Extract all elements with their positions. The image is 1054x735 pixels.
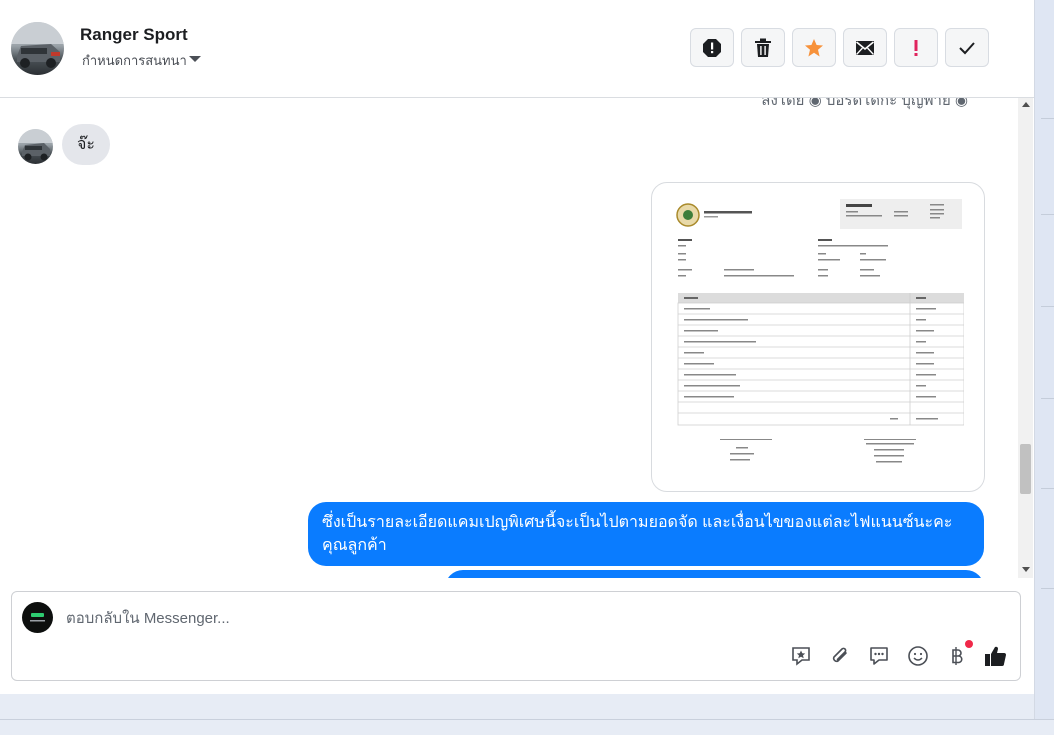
star-icon xyxy=(805,38,823,56)
sender-avatar xyxy=(18,129,53,164)
payment-button[interactable] xyxy=(945,640,973,668)
scrollbar-thumb[interactable] xyxy=(1020,444,1031,494)
contact-avatar[interactable] xyxy=(11,22,64,75)
composer-tools xyxy=(789,640,1008,668)
message-thread[interactable]: ส่งโดย ◉ บอร์ดโดกะ บุญพาย ◉ จ๊ะ ซึ่งเป็น… xyxy=(0,98,1018,578)
like-button[interactable] xyxy=(984,644,1008,668)
spam-button[interactable] xyxy=(690,28,734,67)
exclamation-icon xyxy=(914,39,918,56)
envelope-icon xyxy=(855,40,875,55)
truck-image xyxy=(11,22,64,68)
emoji-icon xyxy=(908,646,928,666)
conversation-panel: Ranger Sport กำหนดการสนทนา ส่งโดย ◉ บอร์… xyxy=(0,0,1034,694)
emoji-button[interactable] xyxy=(906,644,930,668)
divider xyxy=(1041,588,1054,589)
divider xyxy=(1041,488,1054,489)
outgoing-message[interactable]: ซึ่งเป็นรายละเอียดแคมเปญพิเศษนี้จะเป็นไป… xyxy=(308,502,984,566)
contact-name[interactable]: Ranger Sport xyxy=(80,25,188,45)
scroll-up-arrow-icon[interactable] xyxy=(1022,102,1030,107)
saved-reply-icon xyxy=(792,647,810,666)
important-button[interactable] xyxy=(894,28,938,67)
baht-icon xyxy=(952,647,963,665)
page-avatar xyxy=(22,602,53,633)
attachment-icon xyxy=(832,647,847,663)
conversation-header: Ranger Sport กำหนดการสนทนา xyxy=(0,0,1034,98)
chevron-down-icon[interactable] xyxy=(189,56,201,62)
reply-composer xyxy=(11,591,1021,681)
divider xyxy=(1041,214,1054,215)
thread-scrollbar[interactable] xyxy=(1018,98,1033,578)
scroll-down-arrow-icon[interactable] xyxy=(1022,567,1030,572)
page-logo-icon xyxy=(30,613,45,622)
notification-dot xyxy=(965,640,973,648)
check-icon xyxy=(959,41,975,54)
outgoing-message[interactable] xyxy=(445,570,984,578)
reply-input[interactable] xyxy=(64,606,968,630)
divider xyxy=(1041,306,1054,307)
divider xyxy=(1041,118,1054,119)
truck-image xyxy=(18,129,53,161)
quotation-document xyxy=(676,199,964,463)
chat-bubble-icon xyxy=(870,647,888,665)
done-button[interactable] xyxy=(945,28,989,67)
mark-unread-button[interactable] xyxy=(843,28,887,67)
saved-reply-button[interactable] xyxy=(789,644,813,668)
conversation-label-dropdown[interactable]: กำหนดการสนทนา xyxy=(82,50,187,71)
divider xyxy=(1041,398,1054,399)
header-actions xyxy=(690,28,989,67)
chat-button[interactable] xyxy=(867,644,891,668)
quotation-image-attachment[interactable] xyxy=(651,182,985,492)
divider xyxy=(0,719,1054,720)
delete-button[interactable] xyxy=(741,28,785,67)
thumbs-up-icon xyxy=(985,646,1006,666)
sent-by-note: ส่งโดย ◉ บอร์ดโดกะ บุญพาย ◉ xyxy=(761,98,968,109)
alert-octagon-icon xyxy=(703,38,721,57)
incoming-message[interactable]: จ๊ะ xyxy=(62,124,110,165)
side-panel-edge xyxy=(1034,0,1054,720)
star-button[interactable] xyxy=(792,28,836,67)
attach-button[interactable] xyxy=(828,644,852,668)
trash-icon xyxy=(755,38,771,57)
